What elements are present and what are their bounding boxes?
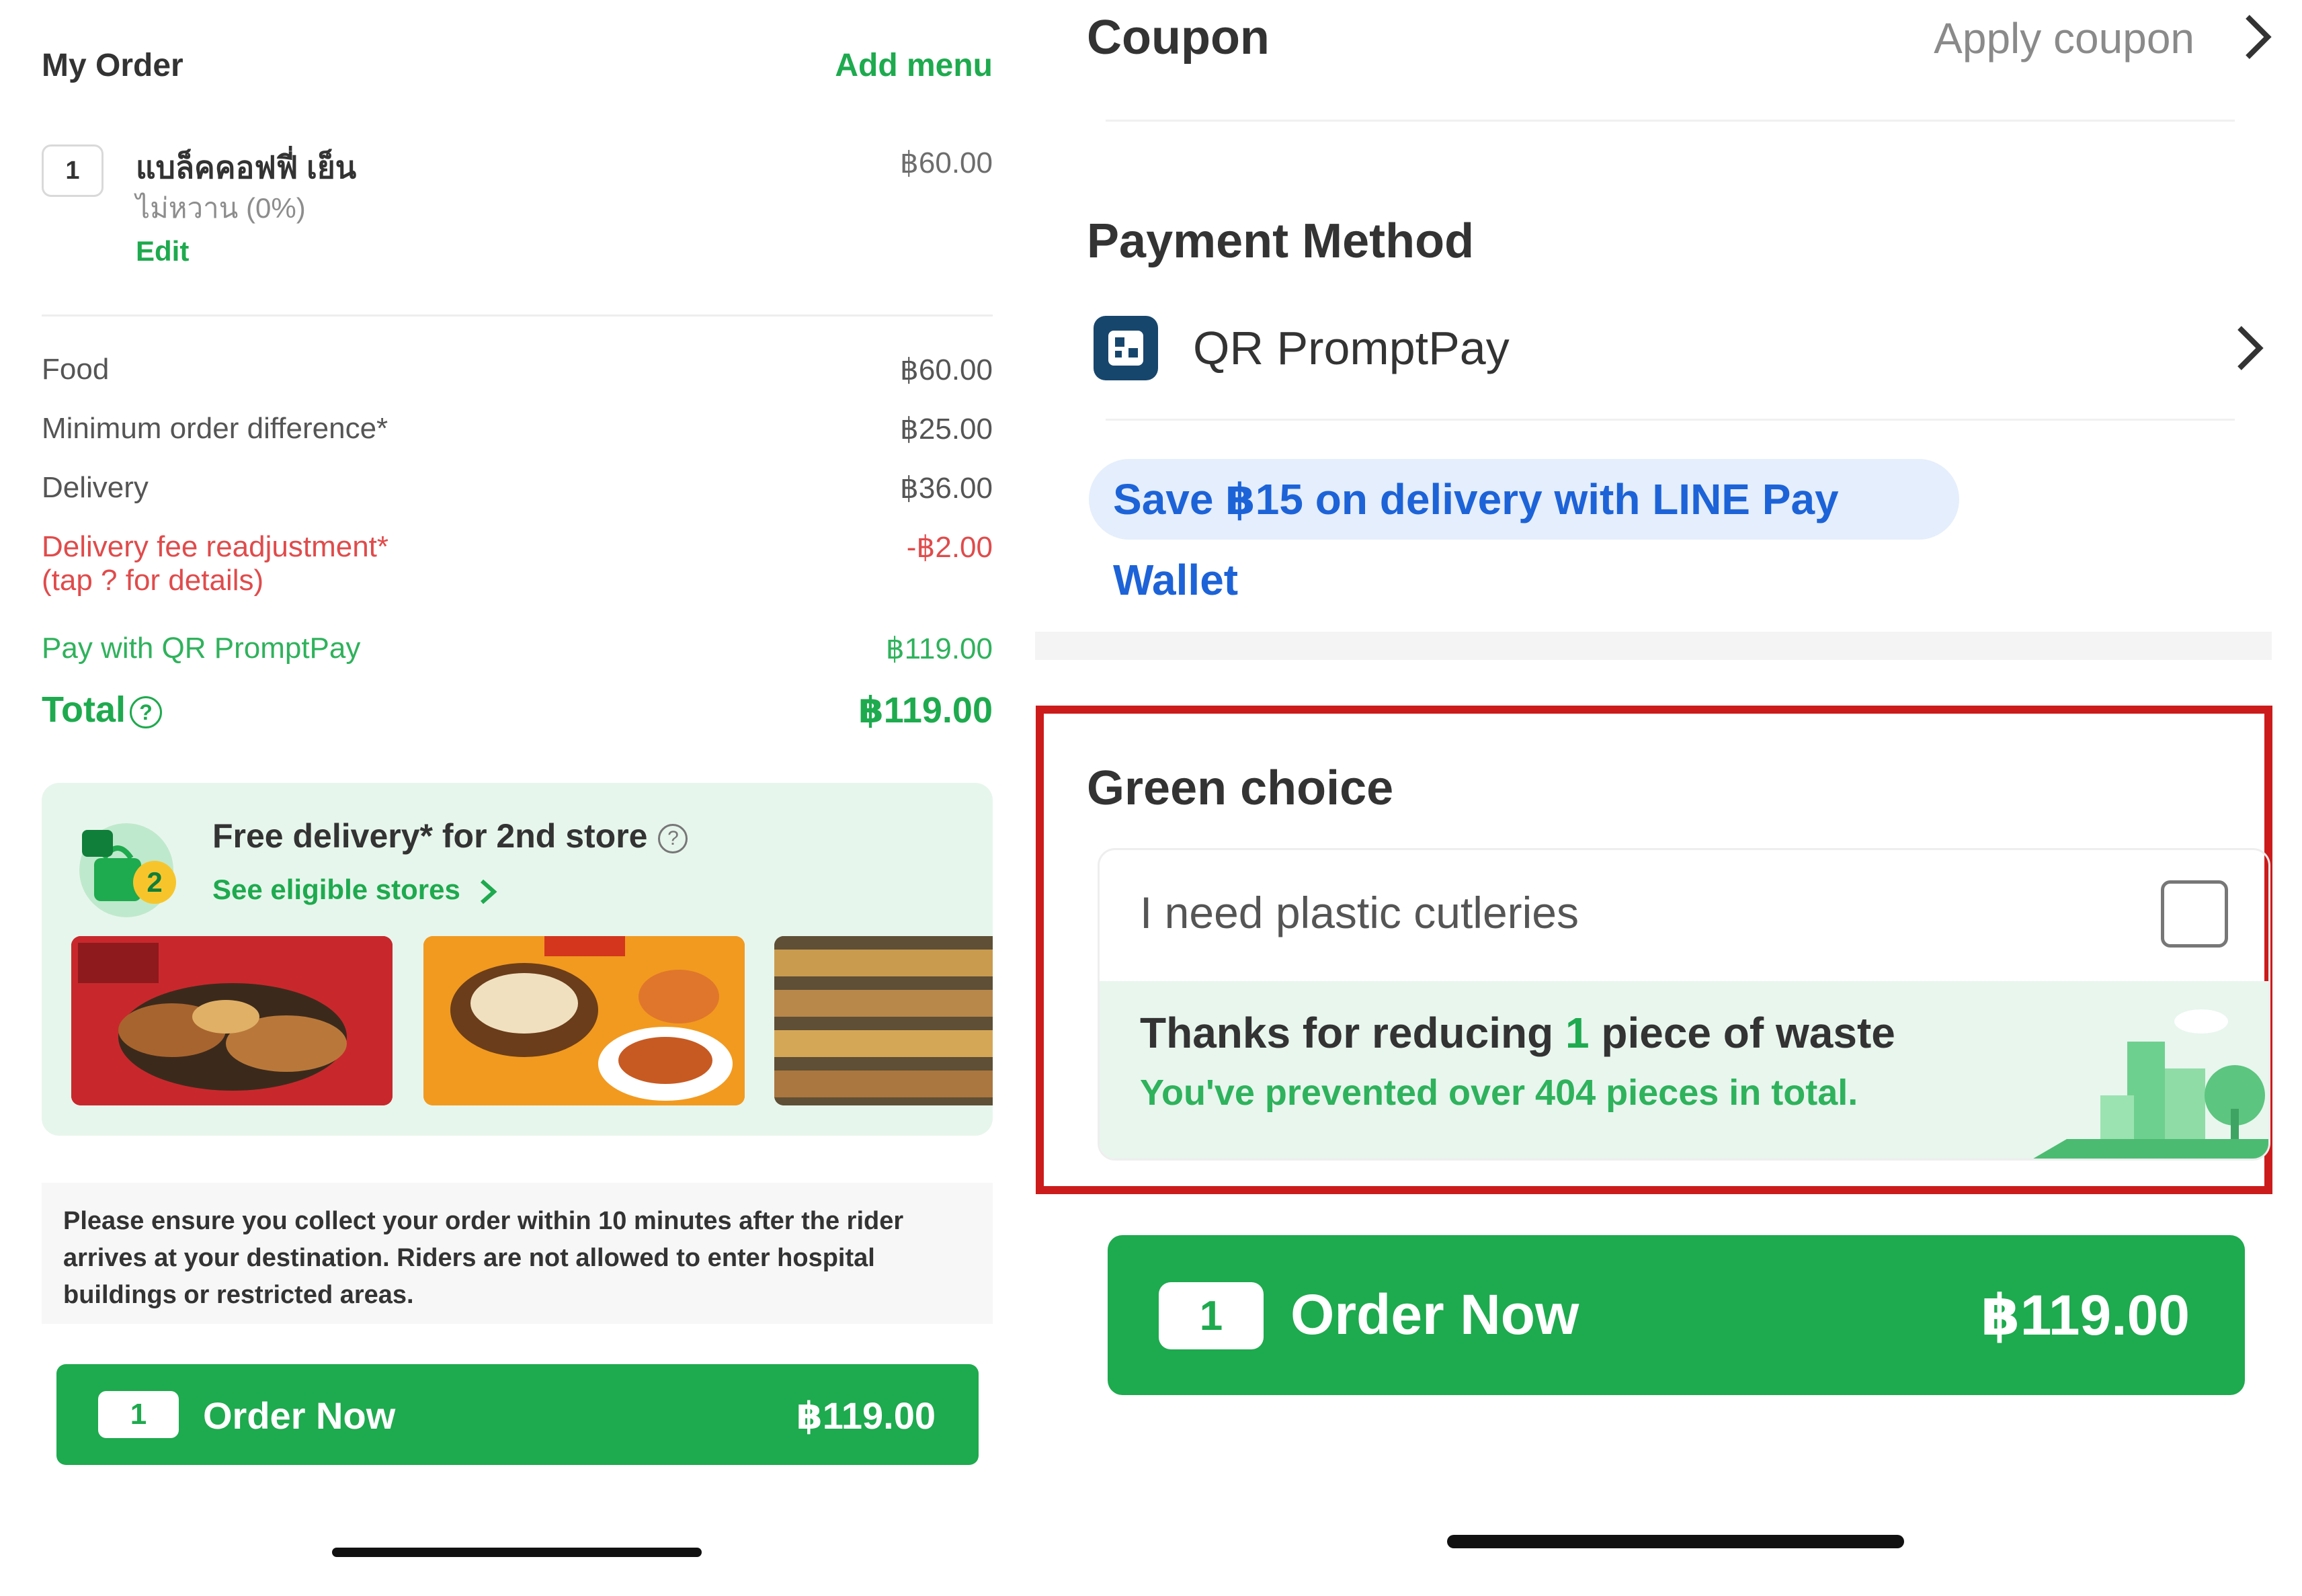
green-choice-section-highlight: Green choice I need plastic cutleries Th…	[1036, 706, 2272, 1194]
order-item: 1 แบล็คคอฟฟี่ เย็น ไม่หวาน (0%) Edit ฿60…	[42, 138, 993, 286]
promo-title-text: Free delivery* for 2nd store	[212, 817, 648, 855]
cutlery-label: I need plastic cutleries	[1140, 888, 1579, 937]
waste-reduction-panel: Thanks for reducing 1 piece of waste You…	[1100, 981, 2268, 1159]
readjustment-label: Delivery fee readjustment* (tap ? for de…	[42, 530, 388, 597]
minimum-value: ฿25.00	[899, 413, 993, 446]
payment-value: ฿119.00	[885, 632, 993, 665]
thanks-count: 1	[1565, 1009, 1590, 1057]
add-menu-link[interactable]: Add menu	[835, 47, 993, 84]
home-indicator[interactable]	[1447, 1535, 1904, 1548]
readjustment-value: -฿2.00	[906, 531, 993, 564]
shopping-bag-icon: 2	[79, 823, 176, 917]
payment-method-title: Payment Method	[1087, 214, 1475, 268]
chevron-right-icon[interactable]	[2230, 321, 2270, 375]
apply-coupon-link[interactable]: Apply coupon	[1934, 13, 2194, 63]
store-image[interactable]	[71, 936, 393, 1105]
green-choice-card: I need plastic cutleries Thanks for redu…	[1098, 848, 2270, 1161]
item-price: ฿60.00	[899, 146, 993, 179]
thanks-suffix: piece of waste	[1589, 1009, 1895, 1057]
page-title: My Order	[42, 48, 183, 83]
see-eligible-stores-label: See eligible stores	[212, 874, 460, 905]
summary-row-readjustment[interactable]: Delivery fee readjustment* (tap ? for de…	[42, 530, 993, 611]
city-tree-illustration	[2033, 1009, 2268, 1159]
food-label: Food	[42, 353, 110, 386]
chevron-right-icon[interactable]	[2238, 10, 2278, 64]
divider	[42, 314, 993, 317]
button-label: Order Now	[1290, 1283, 1579, 1346]
button-label: Order Now	[203, 1394, 396, 1437]
item-quantity[interactable]: 1	[42, 144, 104, 197]
item-option: ไม่หวาน (0%)	[136, 192, 306, 224]
thanks-prefix: Thanks for reducing	[1140, 1009, 1565, 1057]
help-circle-icon[interactable]: ?	[658, 823, 688, 853]
order-now-button[interactable]: 1 Order Now ฿119.00	[1108, 1235, 2245, 1395]
item-name: แบล็คคอฟฟี่ เย็น	[136, 150, 357, 185]
line-pay-offer-chip[interactable]: Save ฿15 on delivery with LINE Pay Walle…	[1089, 459, 1959, 604]
green-choice-title: Green choice	[1087, 761, 1394, 815]
order-header: My Order Add menu	[42, 47, 993, 87]
edit-item-link[interactable]: Edit	[136, 235, 189, 267]
help-circle-icon[interactable]: ?	[129, 696, 162, 728]
promo-badge-number: 2	[147, 866, 162, 898]
left-screen: My Order Add menu 1 แบล็คคอฟฟี่ เย็น ไม่…	[0, 0, 1035, 1596]
button-price: ฿119.00	[1981, 1284, 2190, 1347]
divider	[1106, 419, 2235, 421]
food-photo-chicken	[423, 936, 745, 1105]
payment-label: Pay with QR PromptPay	[42, 632, 361, 665]
divider	[1106, 120, 2235, 122]
see-eligible-stores-link[interactable]: See eligible stores	[212, 874, 498, 906]
delivery-label: Delivery	[42, 471, 149, 504]
readjustment-label-line1: Delivery fee readjustment*	[42, 530, 389, 563]
payment-method-name: QR PromptPay	[1193, 322, 1510, 374]
chevron-right-icon	[480, 879, 497, 905]
total-label: Total	[42, 689, 126, 730]
readjustment-label-line2: (tap ? for details)	[42, 564, 264, 597]
thanks-message: Thanks for reducing 1 piece of waste	[1140, 1008, 1895, 1058]
coupon-title: Coupon	[1087, 11, 1270, 65]
minimum-label: Minimum order difference*	[42, 412, 388, 445]
home-indicator[interactable]	[332, 1548, 702, 1557]
total-value: ฿119.00	[858, 690, 993, 730]
button-quantity: 1	[98, 1391, 179, 1438]
right-screen: Coupon Apply coupon Payment Method QR Pr…	[1035, 0, 2302, 1596]
button-price: ฿119.00	[796, 1394, 936, 1437]
checkbox-icon[interactable]	[2161, 880, 2228, 948]
pickup-notice: Please ensure you collect your order wit…	[42, 1183, 993, 1324]
button-quantity: 1	[1159, 1282, 1264, 1349]
order-now-button[interactable]: 1 Order Now ฿119.00	[56, 1364, 979, 1465]
prevented-total: You've prevented over 404 pieces in tota…	[1140, 1073, 1858, 1113]
food-value: ฿60.00	[899, 353, 993, 386]
store-image[interactable]	[774, 936, 993, 1105]
section-separator	[1035, 632, 2272, 660]
food-photo-noodles	[71, 936, 393, 1105]
store-image[interactable]	[423, 936, 745, 1105]
delivery-value: ฿36.00	[899, 472, 993, 505]
free-delivery-promo[interactable]: 2 Free delivery* for 2nd store? See elig…	[42, 783, 993, 1136]
food-photo-buffet	[774, 936, 993, 1105]
total-label-group: Total?	[42, 689, 162, 730]
qr-promptpay-icon	[1094, 316, 1158, 380]
promo-title: Free delivery* for 2nd store?	[212, 816, 688, 855]
